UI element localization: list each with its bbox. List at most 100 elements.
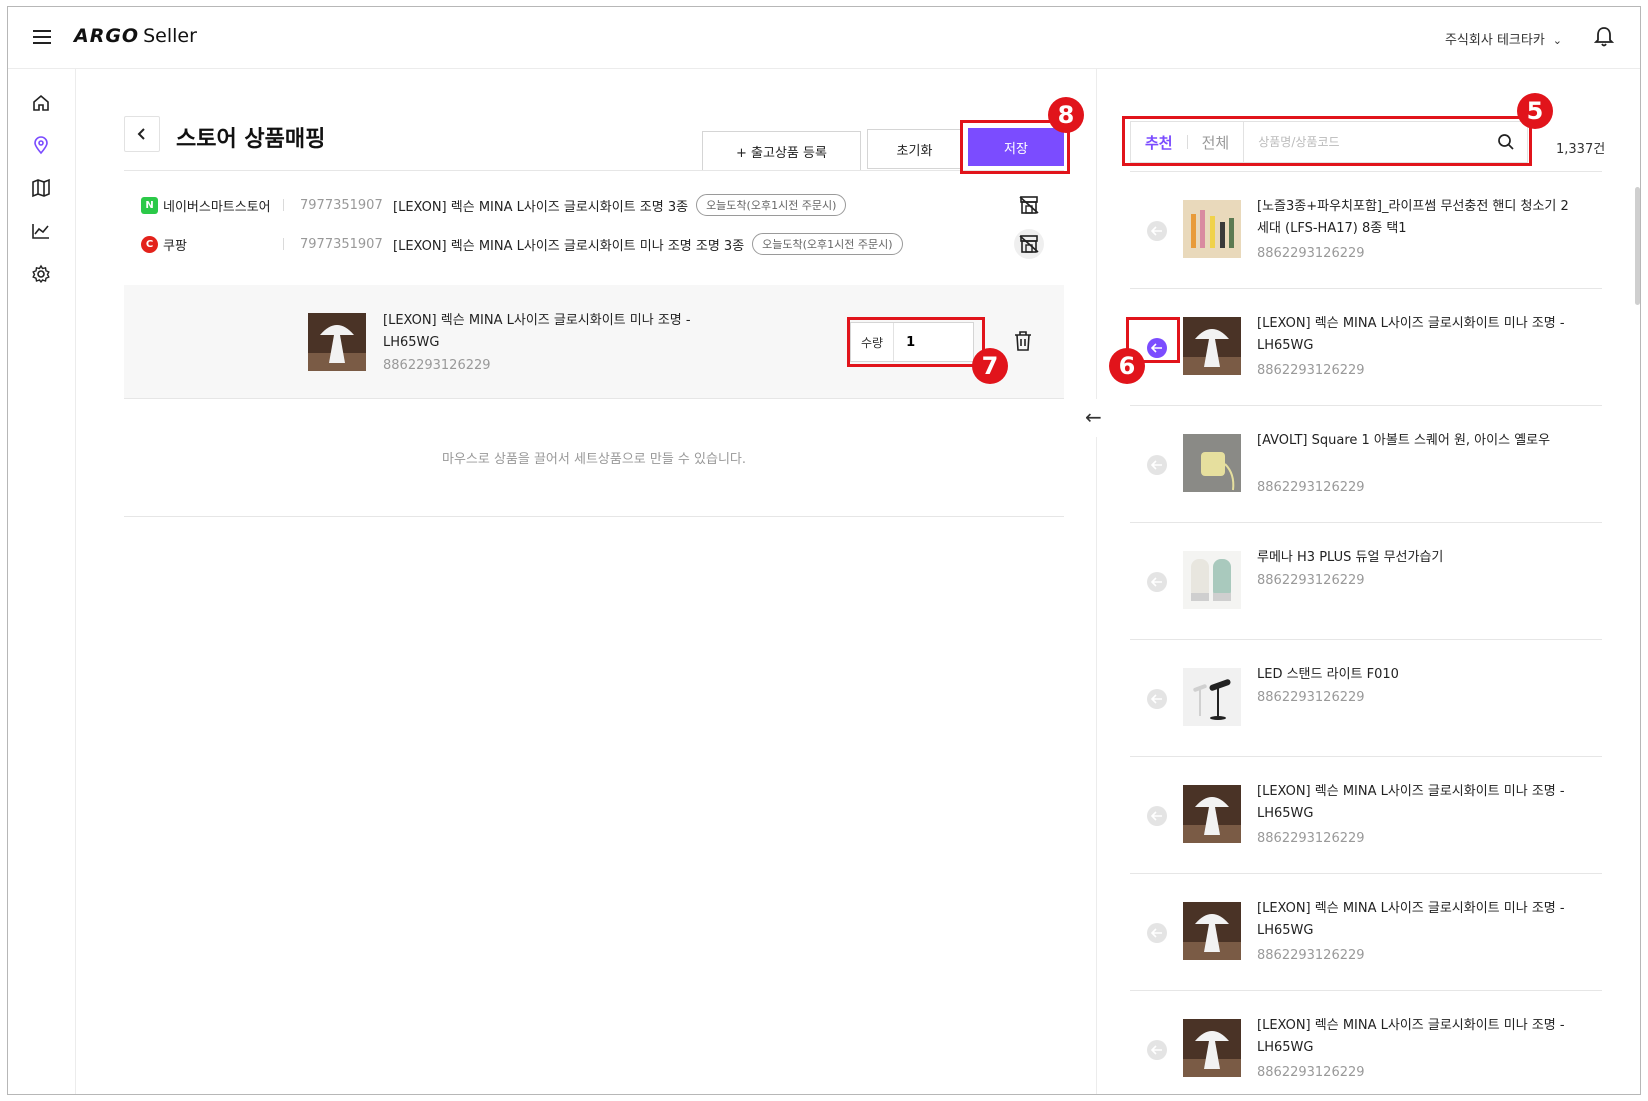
unlink-store-icon[interactable]	[1014, 190, 1044, 220]
product-list-item[interactable]: [LEXON] 렉슨 MINA L사이즈 글로시화이트 미나 조명 - LH65…	[1130, 991, 1602, 1094]
search-icon[interactable]	[1497, 133, 1515, 151]
quantity-input[interactable]	[894, 334, 965, 350]
quantity-label: 수량	[851, 323, 895, 361]
store-product-name: [LEXON] 렉슨 MINA L사이즈 글로시화이트 조명 3종	[393, 199, 689, 215]
add-to-set-button[interactable]	[1147, 806, 1167, 826]
bell-icon[interactable]	[1594, 26, 1614, 48]
product-thumbnail	[1183, 1019, 1241, 1077]
product-thumbnail	[1183, 668, 1241, 726]
arrow-left-icon	[1151, 460, 1162, 470]
scrollbar[interactable]	[1635, 187, 1640, 305]
product-thumbnail	[1183, 434, 1241, 492]
add-to-set-button[interactable]	[1147, 221, 1167, 241]
hamburger-menu-icon[interactable]	[33, 30, 51, 44]
product-name: [LEXON] 렉슨 MINA L사이즈 글로시화이트 미나 조명 - LH65…	[1257, 784, 1565, 821]
arrow-left-icon	[1151, 1045, 1162, 1055]
product-code: 8862293126229	[1257, 363, 1365, 378]
app-window: ARGO Seller 주식회사 테크타카 ⌄ 스토어 상품매핑 + 출고상품 등록…	[7, 6, 1641, 1095]
company-selector[interactable]: 주식회사 테크타카 ⌄	[1445, 29, 1562, 48]
arrow-left-icon	[1151, 928, 1162, 938]
store-product-code: 7977351907	[300, 197, 383, 213]
product-name: [LEXON] 렉슨 MINA L사이즈 글로시화이트 미나 조명 - LH65…	[1257, 901, 1565, 938]
product-code: 8862293126229	[1257, 246, 1365, 261]
product-list-item[interactable]: [LEXON] 렉슨 MINA L사이즈 글로시화이트 미나 조명 - LH65…	[1130, 289, 1602, 406]
drop-hint: 마우스로 상품을 끌어서 세트상품으로 만들 수 있습니다.	[124, 399, 1064, 517]
sidebar	[8, 69, 76, 1094]
add-to-set-button[interactable]	[1147, 1040, 1167, 1060]
register-product-button[interactable]: + 출고상품 등록	[702, 131, 861, 171]
store-name: 쿠팡	[163, 238, 187, 254]
set-product-code: 8862293126229	[383, 358, 491, 373]
coupang-store-icon: C	[141, 235, 158, 253]
company-name: 주식회사 테크타카	[1444, 33, 1545, 48]
product-thumbnail	[308, 313, 366, 371]
result-count: 1,337건	[1556, 142, 1606, 157]
product-list-item[interactable]: 루메나 H3 PLUS 듀얼 무선가습기 8862293126229	[1130, 523, 1602, 640]
divider	[124, 170, 1064, 171]
chart-icon[interactable]	[31, 221, 51, 241]
store-product-name: [LEXON] 렉슨 MINA L사이즈 글로시화이트 미나 조명 조명 3종	[393, 238, 745, 254]
add-to-set-button[interactable]	[1147, 689, 1167, 709]
store-name: 네이버스마트스토어	[163, 199, 271, 215]
product-thumbnail	[1183, 551, 1241, 609]
product-list-item[interactable]: [AVOLT] Square 1 아볼트 스퀘어 원, 아이스 옐로우 88622…	[1130, 406, 1602, 523]
chevron-down-icon: ⌄	[1552, 34, 1562, 47]
chevron-left-icon	[137, 128, 145, 140]
product-list: [노즐3종+파우치포함]_라이프썸 무선충전 핸디 청소기 2세대 (LFS-H…	[1130, 172, 1602, 1094]
settings-icon[interactable]	[31, 264, 51, 284]
annotation-marker: 7	[972, 348, 1008, 384]
add-to-set-button[interactable]	[1147, 455, 1167, 475]
product-name: [AVOLT] Square 1 아볼트 스퀘어 원, 아이스 옐로우	[1257, 433, 1551, 448]
logo-suffix: Seller	[143, 25, 197, 47]
trash-icon[interactable]	[1013, 330, 1033, 352]
product-code: 8862293126229	[1257, 831, 1365, 846]
search-input[interactable]	[1243, 122, 1485, 162]
store-product-code: 7977351907	[300, 236, 383, 252]
unlink-store-icon[interactable]	[1014, 229, 1044, 259]
product-code: 8862293126229	[1257, 480, 1365, 495]
home-icon[interactable]	[31, 93, 51, 113]
location-pin-icon[interactable]	[31, 135, 51, 155]
set-product-name: [LEXON] 렉슨 MINA L사이즈 글로시화이트 미나 조명 - LH65…	[383, 313, 691, 350]
tab-recommended[interactable]: 추천	[1131, 132, 1187, 153]
product-name: 루메나 H3 PLUS 듀얼 무선가습기	[1257, 550, 1444, 565]
panel-divider	[1096, 69, 1097, 399]
product-thumbnail	[1183, 317, 1241, 375]
product-name: [노즐3종+파우치포함]_라이프썸 무선충전 핸디 청소기 2세대 (LFS-H…	[1257, 199, 1569, 236]
map-icon[interactable]	[31, 178, 51, 198]
product-name: LED 스탠드 라이트 F010	[1257, 667, 1399, 682]
store-mapping-row: C 쿠팡 7977351907 [LEXON] 렉슨 MINA L사이즈 글로시…	[141, 229, 1046, 259]
save-button[interactable]: 저장	[968, 128, 1064, 166]
product-thumbnail	[1183, 902, 1241, 960]
annotation-marker: 6	[1109, 348, 1145, 384]
product-list-item[interactable]: LED 스탠드 라이트 F010 8862293126229	[1130, 640, 1602, 757]
product-name: [LEXON] 렉슨 MINA L사이즈 글로시화이트 미나 조명 - LH65…	[1257, 316, 1565, 353]
product-code: 8862293126229	[1257, 1065, 1365, 1080]
logo[interactable]: ARGO Seller	[74, 25, 197, 47]
back-button[interactable]	[124, 116, 160, 152]
product-list-item[interactable]: [노즐3종+파우치포함]_라이프썸 무선충전 핸디 청소기 2세대 (LFS-H…	[1130, 172, 1602, 289]
add-to-set-button[interactable]	[1147, 338, 1167, 358]
arrow-left-icon	[1151, 226, 1162, 236]
top-bar: ARGO Seller 주식회사 테크타카 ⌄	[8, 7, 1640, 69]
arrow-left-icon[interactable]: ←	[1085, 405, 1102, 429]
delivery-tag: 오늘도착(오후1시전 주문시)	[752, 233, 903, 255]
reset-button[interactable]: 초기화	[867, 129, 962, 169]
product-thumbnail	[1183, 200, 1241, 258]
arrow-left-icon	[1151, 577, 1162, 587]
annotation-marker: 8	[1048, 97, 1084, 133]
product-code: 8862293126229	[1257, 573, 1365, 588]
add-to-set-button[interactable]	[1147, 923, 1167, 943]
product-list-item[interactable]: [LEXON] 렉슨 MINA L사이즈 글로시화이트 미나 조명 - LH65…	[1130, 757, 1602, 874]
product-list-item[interactable]: [LEXON] 렉슨 MINA L사이즈 글로시화이트 미나 조명 - LH65…	[1130, 874, 1602, 991]
tab-all[interactable]: 전체	[1188, 132, 1244, 153]
annotation-marker: 5	[1517, 93, 1553, 129]
panel-divider	[1096, 437, 1097, 1094]
add-to-set-button[interactable]	[1147, 572, 1167, 592]
naver-store-icon: N	[141, 196, 158, 214]
set-product-item[interactable]: [LEXON] 렉슨 MINA L사이즈 글로시화이트 미나 조명 - LH65…	[124, 285, 1064, 399]
quantity-field: 수량	[850, 322, 974, 362]
arrow-left-icon	[1151, 343, 1162, 353]
arrow-left-icon	[1151, 694, 1162, 704]
product-code: 8862293126229	[1257, 690, 1365, 705]
